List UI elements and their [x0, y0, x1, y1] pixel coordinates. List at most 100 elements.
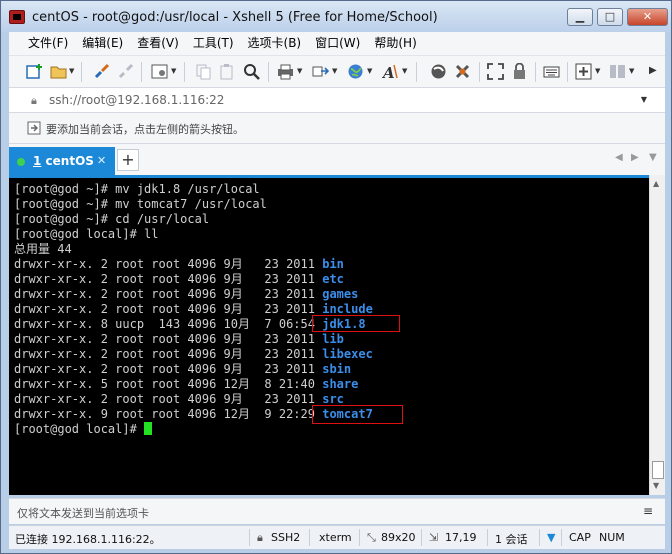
- transfer-icon[interactable]: [312, 63, 329, 80]
- arrow-button-icon[interactable]: [27, 121, 41, 135]
- title-bar: centOS - root@god:/usr/local - Xshell 5 …: [1, 1, 671, 32]
- dir-name: games: [322, 287, 359, 301]
- dir-name: sbin: [322, 362, 352, 376]
- disconnect-icon[interactable]: [117, 63, 134, 80]
- toolbar-divider: [535, 62, 536, 82]
- status-divider: [421, 529, 422, 546]
- terminal-type-status: xterm: [319, 531, 352, 544]
- font-icon[interactable]: A: [382, 63, 399, 80]
- dir-name: etc: [322, 272, 344, 286]
- tab-list-icon[interactable]: ▼: [649, 152, 657, 163]
- menu-icon[interactable]: ≡: [643, 504, 653, 518]
- compose-input[interactable]: 仅将文本发送到当前选项卡: [17, 505, 149, 521]
- chevron-down-icon[interactable]: ▼: [641, 95, 647, 104]
- listing-prefix: drwxr-xr-x. 8 uucp 143 4096 10月 7 06:54: [14, 317, 323, 331]
- layout-icon[interactable]: [609, 63, 626, 80]
- chevron-down-icon[interactable]: ▼: [171, 67, 176, 75]
- globe-icon[interactable]: [347, 63, 364, 80]
- listing-prefix: drwxr-xr-x. 2 root root 4096 9月 23 2011: [14, 302, 323, 316]
- toolbar-divider: [184, 62, 185, 82]
- compose-bar[interactable]: 仅将文本发送到当前选项卡 ≡: [9, 498, 665, 524]
- toolbar-divider: [567, 62, 568, 82]
- tab-centos[interactable]: 1 centOS ✕: [9, 147, 115, 176]
- chevron-down-icon[interactable]: ▼: [297, 67, 302, 75]
- toolbar-divider: [479, 62, 480, 82]
- toolbar-divider: [141, 62, 142, 82]
- chevron-right-icon[interactable]: ▶: [631, 152, 639, 163]
- listing-prefix: drwxr-xr-x. 5 root root 4096 12月 8 21:40: [14, 377, 323, 391]
- address-bar[interactable]: 🔒︎ ssh://root@192.168.1.116:22 ▼: [9, 87, 665, 113]
- menu-edit[interactable]: 编辑(E): [75, 32, 130, 55]
- paste-icon[interactable]: [218, 63, 235, 80]
- toolbar: ▼ ▼ ▼ ▼ ▼ A ▼ ▼ ▼ ▶: [9, 55, 665, 87]
- keyboard-icon[interactable]: [543, 63, 560, 80]
- chevron-down-icon[interactable]: ▼: [629, 67, 634, 75]
- find-icon[interactable]: [243, 63, 260, 80]
- hint-text: 要添加当前会话，点击左侧的箭头按钮。: [46, 123, 244, 136]
- listing-row: drwxr-xr-x. 2 root root 4096 9月 23 2011 …: [14, 332, 373, 347]
- new-session-icon[interactable]: [26, 63, 43, 80]
- lock-icon: 🔒︎: [31, 94, 37, 107]
- add-icon[interactable]: [575, 63, 592, 80]
- window-title: centOS - root@god:/usr/local - Xshell 5 …: [32, 10, 438, 25]
- menu-tabs[interactable]: 选项卡(B): [241, 32, 309, 55]
- print-icon[interactable]: [277, 63, 294, 80]
- dir-name: bin: [322, 257, 344, 271]
- status-divider: [249, 529, 250, 546]
- status-bar: 已连接 192.168.1.116:22。 🔒︎ SSH2 xterm ⤡ 89…: [9, 525, 665, 549]
- scrollbar-thumb[interactable]: [652, 461, 664, 479]
- menu-file[interactable]: 文件(F): [21, 32, 75, 55]
- menu-view[interactable]: 查看(V): [130, 32, 186, 55]
- close-button[interactable]: ✕: [627, 8, 668, 26]
- listing-prefix: drwxr-xr-x. 2 root root 4096 9月 23 2011: [14, 332, 323, 346]
- dir-name: include: [322, 302, 373, 316]
- lock-icon[interactable]: [511, 63, 528, 80]
- fullscreen-icon[interactable]: [487, 63, 504, 80]
- chevron-down-icon[interactable]: ▼: [332, 67, 337, 75]
- tab-name: centOS: [45, 154, 94, 168]
- chevron-left-icon[interactable]: ◀: [615, 152, 623, 163]
- chevron-down-icon[interactable]: ▼: [367, 67, 372, 75]
- new-tab-button[interactable]: +: [117, 149, 139, 171]
- listing-prefix: drwxr-xr-x. 2 root root 4096 9月 23 2011: [14, 392, 323, 406]
- chevron-down-icon[interactable]: ▼: [402, 67, 407, 75]
- menu-tools[interactable]: 工具(T): [186, 32, 241, 55]
- scroll-up-icon[interactable]: ▲: [653, 179, 659, 188]
- tab-label: 1 centOS: [33, 154, 94, 168]
- listing-row: drwxr-xr-x. 2 root root 4096 9月 23 2011 …: [14, 347, 373, 362]
- shell-prompt: [root@god local]#: [14, 422, 145, 436]
- size-icon: ⤡: [367, 531, 376, 544]
- status-divider: [309, 529, 310, 546]
- address-text[interactable]: ssh://root@192.168.1.116:22: [49, 93, 224, 107]
- scroll-down-icon[interactable]: ▼: [653, 481, 659, 490]
- download-arrow-icon[interactable]: ▼: [547, 531, 555, 544]
- terminal-line: [root@god ~]# cd /usr/local: [14, 212, 210, 226]
- chevron-down-icon[interactable]: ▼: [595, 67, 600, 75]
- connect-icon[interactable]: [93, 63, 110, 80]
- highlight-box-tomcat: [312, 405, 403, 424]
- properties-icon[interactable]: [151, 63, 168, 80]
- minimize-button[interactable]: ▁: [567, 8, 593, 26]
- xmanager-icon[interactable]: [454, 63, 471, 80]
- terminal-output: [root@god ~]# mv jdk1.8 /usr/local [root…: [14, 182, 373, 437]
- cursor-position-icon: ⇲: [429, 531, 439, 544]
- chevron-down-icon[interactable]: ▼: [69, 67, 74, 75]
- terminal-scrollbar[interactable]: ▲ ▼: [649, 175, 665, 495]
- menu-help[interactable]: 帮助(H): [367, 32, 423, 55]
- open-folder-icon[interactable]: [50, 63, 67, 80]
- terminal-area[interactable]: [root@god ~]# mv jdk1.8 /usr/local [root…: [9, 175, 649, 495]
- listing-row: drwxr-xr-x. 2 root root 4096 9月 23 2011 …: [14, 287, 373, 302]
- copy-icon[interactable]: [195, 63, 212, 80]
- chevron-right-icon[interactable]: ▶: [649, 65, 657, 76]
- listing-row: drwxr-xr-x. 5 root root 4096 12月 8 21:40…: [14, 377, 373, 392]
- menu-bar: 文件(F) 编辑(E) 查看(V) 工具(T) 选项卡(B) 窗口(W) 帮助(H): [9, 32, 665, 55]
- lock-icon: 🔒︎: [257, 531, 263, 544]
- tab-close-icon[interactable]: ✕: [97, 154, 106, 167]
- maximize-button[interactable]: □: [597, 8, 623, 26]
- tab-bar: 1 centOS ✕ + ◀ ▶ ▼: [9, 143, 665, 176]
- status-divider: [359, 529, 360, 546]
- menu-window[interactable]: 窗口(W): [308, 32, 367, 55]
- connected-status-icon: [17, 158, 25, 166]
- listing-prefix: drwxr-xr-x. 2 root root 4096 9月 23 2011: [14, 272, 323, 286]
- xftp-icon[interactable]: [430, 63, 447, 80]
